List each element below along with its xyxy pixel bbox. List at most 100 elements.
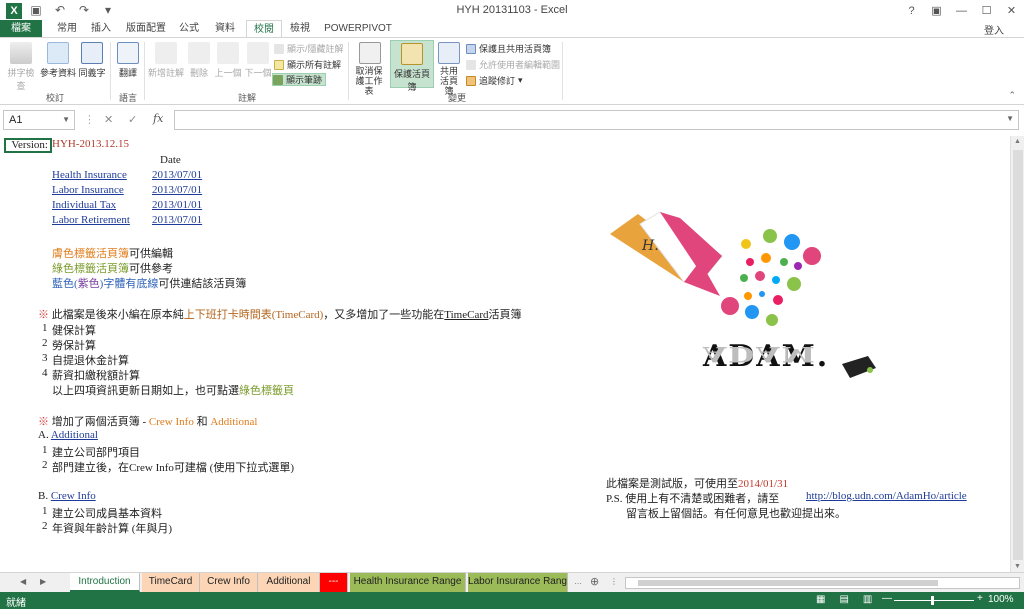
link-individual-tax[interactable]: Individual Tax <box>52 199 116 211</box>
date-health-insurance[interactable]: 2013/07/01 <box>152 169 202 181</box>
normal-view-icon[interactable]: ▦ <box>816 594 825 605</box>
spelling-button[interactable]: 拼字檢查 <box>4 42 38 92</box>
link-labor-retirement[interactable]: Labor Retirement <box>52 214 130 226</box>
show-all-comments-icon <box>274 59 284 70</box>
chevron-down-icon: ▼ <box>1006 114 1014 123</box>
collapse-ribbon-icon[interactable]: ⌃ <box>1008 90 1016 101</box>
section-b-no: 1 <box>42 505 48 517</box>
vertical-scroll-thumb[interactable] <box>1013 150 1023 560</box>
more-tabs-icon[interactable]: … <box>574 577 582 586</box>
tab-scroll-left-icon[interactable]: ◀ <box>20 577 26 586</box>
horizontal-scroll-thumb[interactable] <box>638 580 938 586</box>
link-additional[interactable]: Additional <box>51 429 98 441</box>
dot <box>794 262 802 270</box>
link-labor-insurance[interactable]: Labor Insurance <box>52 184 124 196</box>
tab-page-layout[interactable]: 版面配置 <box>120 20 172 38</box>
ps-note: P.S. 使用上有不清楚或困難者，請至 <box>606 493 780 505</box>
new-sheet-icon[interactable]: ⊕ <box>590 575 599 588</box>
close-button[interactable]: ✕ <box>999 0 1024 22</box>
insert-function-icon[interactable]: fx <box>153 112 163 125</box>
zoom-level[interactable]: 100% <box>988 594 1014 605</box>
link-crew-info[interactable]: Crew Info <box>51 490 96 502</box>
section-b-text: 年資與年齡計算 (年與月) <box>52 523 173 535</box>
dot <box>766 314 778 326</box>
research-button[interactable]: 參考資料 <box>40 42 76 79</box>
ribbon-display-button[interactable]: ▣ <box>924 0 949 22</box>
scroll-up-icon[interactable]: ▲ <box>1014 138 1021 145</box>
date-labor-insurance[interactable]: 2013/07/01 <box>152 184 202 196</box>
sheet-tab-timecard[interactable]: TimeCard <box>142 573 200 592</box>
version-value[interactable]: HYH-2013.12.15 <box>52 138 129 150</box>
show-hide-comment-button[interactable]: 顯示/隱藏註解 <box>274 42 344 55</box>
vertical-scrollbar[interactable]: ▲ ▼ <box>1010 136 1024 572</box>
scroll-down-icon[interactable]: ▼ <box>1014 563 1021 570</box>
link-blog[interactable]: http://blog.udn.com/AdamHo/article <box>806 490 967 502</box>
tab-review[interactable]: 校閱 <box>246 20 282 38</box>
link-health-insurance[interactable]: Health Insurance <box>52 169 127 181</box>
protect-and-share-button[interactable]: 保護且共用活頁簿 <box>466 42 551 55</box>
name-box[interactable]: A1 ▼ <box>3 110 75 130</box>
tab-insert[interactable]: 插入 <box>86 20 116 38</box>
legend-orange: 膚色標籤活頁簿可供編輯 <box>52 248 173 260</box>
date-individual-tax[interactable]: 2013/01/01 <box>152 199 202 211</box>
formula-bar: A1 ▼ ⋮ ✕ ✓ fx ▼ <box>0 108 1024 132</box>
trial-note: 此檔案是測試版，可使用至2014/01/31 <box>606 478 789 490</box>
show-all-comments-button[interactable]: 顯示所有註解 <box>274 58 341 71</box>
tab-scroll-right-icon[interactable]: ▶ <box>40 577 46 586</box>
sheet-tab-separator[interactable]: --- <box>320 573 348 592</box>
zoom-slider[interactable] <box>894 600 974 601</box>
tab-formulas[interactable]: 公式 <box>174 20 204 38</box>
next-comment-button[interactable]: 下一個 <box>244 42 272 79</box>
zoom-slider-thumb[interactable] <box>931 596 934 605</box>
page-layout-view-icon[interactable]: ▤ <box>839 594 848 605</box>
sheet-tab-health-insurance-range[interactable]: Health Insurance Range <box>350 573 466 592</box>
tab-home[interactable]: 常用 <box>50 20 84 38</box>
tab-powerpivot[interactable]: POWERPIVOT <box>322 20 394 38</box>
sheet-tab-labor-insurance-range[interactable]: Labor Insurance Rang <box>468 573 568 592</box>
track-changes-button[interactable]: 追蹤修訂 ▾ <box>466 74 523 87</box>
delete-comment-icon <box>188 42 210 64</box>
unprotect-sheet-button[interactable]: 取消保護工作表 <box>352 42 388 96</box>
next-comment-icon <box>247 42 269 64</box>
link-timecard[interactable]: TimeCard <box>444 309 488 321</box>
tab-data[interactable]: 資料 <box>210 20 240 38</box>
delete-comment-button[interactable]: 刪除 <box>186 42 212 79</box>
zoom-out-button[interactable]: — <box>882 593 892 604</box>
help-button[interactable]: ? <box>899 0 924 22</box>
page-break-view-icon[interactable]: ▥ <box>863 594 872 605</box>
dot <box>784 234 800 250</box>
dot <box>763 229 777 243</box>
sign-in-link[interactable]: 登入 <box>984 22 1004 37</box>
group-language-label: 語言 <box>119 93 138 103</box>
share-workbook-button[interactable]: 共用活頁簿 <box>436 42 462 96</box>
zoom-in-button[interactable]: + <box>977 593 983 604</box>
cell-a1-version-label[interactable]: Version: <box>4 138 52 153</box>
date-labor-retirement[interactable]: 2013/07/01 <box>152 214 202 226</box>
sheet-tab-bar: ◀ ▶ Introduction TimeCard Crew Info Addi… <box>0 572 1024 592</box>
section-a-text: 部門建立後，在Crew Info可建檔 (使用下拉式選單) <box>52 462 294 474</box>
allow-edit-ranges-button[interactable]: 允許使用者編輯範圍 <box>466 58 560 71</box>
tab-view[interactable]: 檢視 <box>285 20 315 38</box>
sheet-tab-crew-info[interactable]: Crew Info <box>200 573 258 592</box>
tab-split-handle[interactable]: ⋮ <box>610 577 618 586</box>
new-comment-button[interactable]: 新增註解 <box>148 42 184 79</box>
section-b-text: 建立公司成員基本資料 <box>52 508 162 520</box>
formula-input[interactable]: ▼ <box>174 110 1019 130</box>
sheet-tab-introduction[interactable]: Introduction <box>70 573 140 592</box>
sheet-tab-additional[interactable]: Additional <box>258 573 320 592</box>
minimize-button[interactable]: — <box>949 0 974 22</box>
horizontal-scrollbar[interactable] <box>625 577 1020 589</box>
group-changes-label: 變更 <box>448 93 467 103</box>
worksheet-grid[interactable]: Version: HYH-2013.12.15 Date Health Insu… <box>0 136 1010 572</box>
dot <box>773 295 783 305</box>
thesaurus-button[interactable]: 同義字 <box>78 42 106 79</box>
enter-icon[interactable]: ✓ <box>128 113 137 126</box>
translate-button[interactable]: 翻譯 <box>114 42 142 79</box>
protect-workbook-button[interactable]: 保護活頁簿 <box>390 40 434 92</box>
previous-comment-button[interactable]: 上一個 <box>214 42 242 79</box>
show-ink-button[interactable]: 顯示筆跡 <box>272 73 327 86</box>
more-options-icon: ⋮ <box>84 114 95 126</box>
maximize-button[interactable]: ☐ <box>974 0 999 22</box>
cancel-icon[interactable]: ✕ <box>104 113 113 126</box>
tab-file[interactable]: 檔案 <box>0 20 42 38</box>
